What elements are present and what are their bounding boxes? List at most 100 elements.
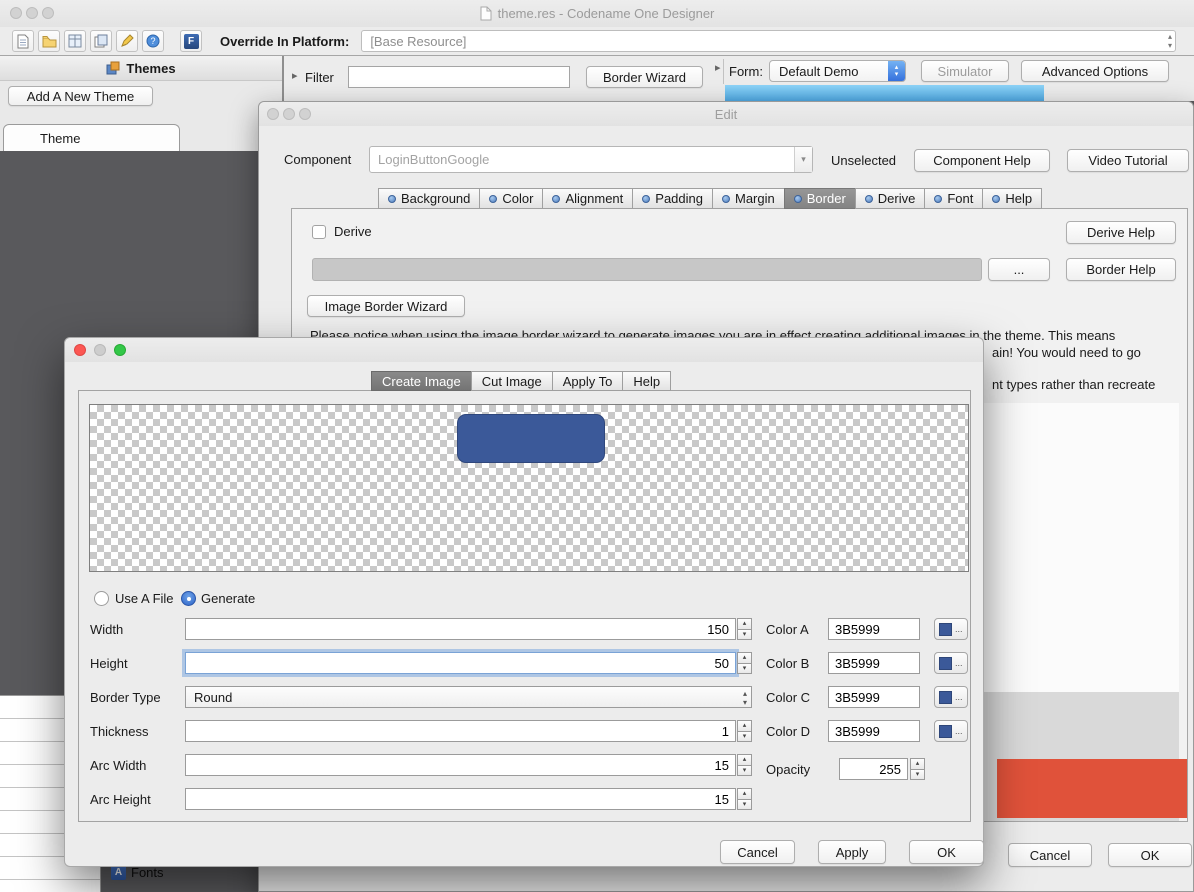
spinner-down-icon xyxy=(737,800,752,811)
color-b-label: Color B xyxy=(766,656,809,671)
color-a-picker-button[interactable]: ... xyxy=(934,618,968,640)
color-swatch xyxy=(939,691,952,704)
edit-pencil-icon[interactable] xyxy=(116,30,138,52)
opacity-stepper[interactable] xyxy=(910,758,925,780)
tab-background[interactable]: Background xyxy=(378,188,480,209)
unselected-label: Unselected xyxy=(831,153,896,168)
add-theme-button[interactable]: Add A New Theme xyxy=(8,86,153,106)
derive-checkbox-label: Derive xyxy=(334,224,372,239)
image-preview-checkerboard xyxy=(89,404,969,572)
columns-icon[interactable] xyxy=(64,30,86,52)
color-c-input[interactable] xyxy=(828,686,920,708)
new-document-icon[interactable] xyxy=(12,30,34,52)
arc-height-label: Arc Height xyxy=(90,792,151,807)
tab-help[interactable]: Help xyxy=(622,371,671,391)
themes-palette-icon xyxy=(106,61,120,75)
generated-border-preview xyxy=(457,414,605,463)
simulator-button[interactable]: Simulator xyxy=(921,60,1009,82)
wizard-titlebar xyxy=(65,338,983,362)
main-titlebar: theme.res - Codename One Designer xyxy=(0,0,1194,27)
generate-label: Generate xyxy=(201,591,255,606)
edit-cancel-button[interactable]: Cancel xyxy=(1008,843,1092,867)
zoom-icon[interactable] xyxy=(114,344,126,356)
tab-derive[interactable]: Derive xyxy=(855,188,926,209)
opacity-label: Opacity xyxy=(766,762,810,777)
color-b-input[interactable] xyxy=(828,652,920,674)
tab-border[interactable]: Border xyxy=(784,188,856,209)
filter-input[interactable] xyxy=(348,66,570,88)
spinner-down-icon xyxy=(910,770,925,781)
collapse-arrow-icon[interactable] xyxy=(292,69,298,82)
form-select[interactable]: Default Demo xyxy=(769,60,906,82)
style-dot-icon xyxy=(865,195,873,203)
border-wizard-button[interactable]: Border Wizard xyxy=(586,66,703,88)
color-d-label: Color D xyxy=(766,724,810,739)
override-in-platform-label: Override In Platform: xyxy=(220,34,349,49)
derive-checkbox[interactable] xyxy=(312,225,326,239)
generate-radio[interactable] xyxy=(181,591,196,606)
spinner-up-icon xyxy=(737,788,752,800)
edit-ok-button[interactable]: OK xyxy=(1108,843,1192,867)
wizard-notice-text-fragment: ain! You would need to go xyxy=(992,345,1141,360)
font-tool-icon[interactable] xyxy=(180,30,202,52)
tab-color[interactable]: Color xyxy=(479,188,543,209)
collapse-arrow-icon[interactable] xyxy=(715,61,721,74)
wizard-cancel-button[interactable]: Cancel xyxy=(720,840,795,864)
tab-font[interactable]: Font xyxy=(924,188,983,209)
wizard-ok-button[interactable]: OK xyxy=(909,840,984,864)
arc-height-input[interactable] xyxy=(185,788,736,810)
minimize-icon[interactable] xyxy=(94,344,106,356)
chevron-down-icon[interactable] xyxy=(794,147,812,172)
style-tabs: Background Color Alignment Padding Margi… xyxy=(379,188,1042,209)
toolbar-divider xyxy=(723,59,724,84)
component-label: Component xyxy=(284,152,351,167)
window-title: theme.res - Codename One Designer xyxy=(0,0,1194,27)
color-d-input[interactable] xyxy=(828,720,920,742)
border-value-bar xyxy=(312,258,982,281)
tab-margin[interactable]: Margin xyxy=(712,188,785,209)
tab-padding[interactable]: Padding xyxy=(632,188,713,209)
document-copy-icon[interactable] xyxy=(90,30,112,52)
sidebar-tab-theme[interactable]: Theme xyxy=(3,124,180,151)
tab-create-image[interactable]: Create Image xyxy=(371,371,472,391)
color-b-picker-button[interactable]: ... xyxy=(934,652,968,674)
override-platform-combo[interactable]: [Base Resource] xyxy=(361,30,1176,52)
color-a-label: Color A xyxy=(766,622,809,637)
image-border-wizard-button[interactable]: Image Border Wizard xyxy=(307,295,465,317)
style-dot-icon xyxy=(642,195,650,203)
wizard-apply-button[interactable]: Apply xyxy=(818,840,886,864)
arc-width-stepper[interactable] xyxy=(737,754,752,776)
video-tutorial-button[interactable]: Video Tutorial xyxy=(1067,149,1189,172)
help-icon[interactable]: ? xyxy=(142,30,164,52)
open-folder-icon[interactable] xyxy=(38,30,60,52)
border-more-button[interactable]: ... xyxy=(988,258,1050,281)
progress-bar xyxy=(725,85,1044,101)
arc-height-stepper[interactable] xyxy=(737,788,752,810)
opacity-input[interactable] xyxy=(839,758,908,780)
use-a-file-radio[interactable] xyxy=(94,591,109,606)
spinner-up-icon xyxy=(910,758,925,770)
tab-help[interactable]: Help xyxy=(982,188,1042,209)
style-dot-icon xyxy=(388,195,396,203)
combo-stepper-icon xyxy=(888,61,905,81)
arc-width-input[interactable] xyxy=(185,754,736,776)
close-icon[interactable] xyxy=(74,344,86,356)
tab-apply-to[interactable]: Apply To xyxy=(552,371,624,391)
color-swatch xyxy=(939,657,952,670)
tab-cut-image[interactable]: Cut Image xyxy=(471,371,553,391)
spinner-up-icon xyxy=(737,754,752,766)
color-c-picker-button[interactable]: ... xyxy=(934,686,968,708)
edit-dialog-title: Edit xyxy=(259,102,1193,126)
color-a-input[interactable] xyxy=(828,618,920,640)
advanced-options-button[interactable]: Advanced Options xyxy=(1021,60,1169,82)
style-dot-icon xyxy=(552,195,560,203)
tab-alignment[interactable]: Alignment xyxy=(542,188,633,209)
image-border-wizard-dialog: Create Image Cut Image Apply To Help Use… xyxy=(64,337,984,867)
derive-help-button[interactable]: Derive Help xyxy=(1066,221,1176,244)
border-help-button[interactable]: Border Help xyxy=(1066,258,1176,281)
style-dot-icon xyxy=(992,195,1000,203)
color-d-picker-button[interactable]: ... xyxy=(934,720,968,742)
component-help-button[interactable]: Component Help xyxy=(914,149,1050,172)
use-a-file-label: Use A File xyxy=(115,591,174,606)
component-combo[interactable]: LoginButtonGoogle xyxy=(369,146,813,173)
